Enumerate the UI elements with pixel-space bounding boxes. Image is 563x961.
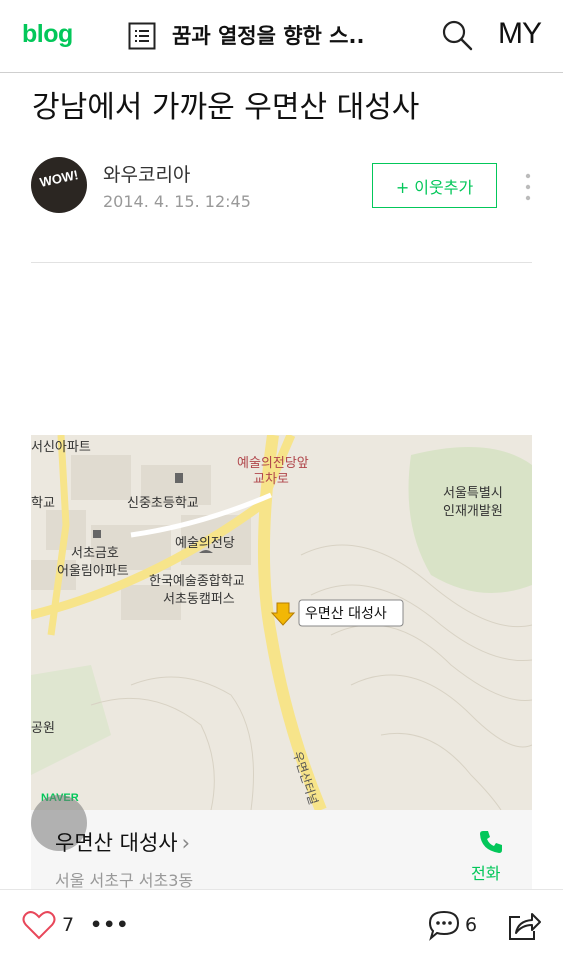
map-label: 공원 (31, 721, 55, 736)
map-label: 어울림아파트 (57, 564, 129, 579)
more-dots-icon[interactable]: ••• (90, 914, 129, 936)
map-card[interactable]: 서신아파트 예술의전당앞 교차로 서울특별시 인재개발원 학교 신중초등학교 예… (31, 435, 532, 889)
phone-label[interactable]: 전화 (471, 860, 500, 884)
more-options-icon[interactable] (524, 172, 532, 202)
map-marker-label: 우면산 대성사 (305, 606, 387, 622)
blog-logo[interactable]: blog (22, 20, 73, 49)
share-icon[interactable] (506, 907, 542, 943)
phone-icon[interactable] (477, 828, 505, 856)
author-name[interactable]: 와우코리아 (103, 160, 190, 187)
map-label: 서초동캠퍼스 (163, 592, 235, 607)
comment-count: 6 (465, 914, 478, 936)
comment-icon[interactable] (427, 909, 461, 941)
avatar-logo-text: WOW! (38, 167, 80, 190)
my-link[interactable]: MY (498, 17, 542, 51)
map-label: 서신아파트 (31, 440, 91, 455)
place-address: 서울 서초구 서초3동 (55, 871, 194, 889)
like-count: 7 (62, 914, 75, 936)
map-label: 서울특별시 (443, 486, 503, 501)
heart-icon[interactable] (22, 909, 56, 941)
place-name[interactable]: 우면산 대성사 › (55, 827, 190, 857)
add-neighbor-button[interactable]: + 이웃추가 (372, 163, 497, 208)
map-label: 한국예술종합학교 (149, 574, 245, 589)
map-image[interactable]: 서신아파트 예술의전당앞 교차로 서울특별시 인재개발원 학교 신중초등학교 예… (31, 435, 532, 810)
map-label: 예술의전당앞 (237, 456, 309, 471)
map-label: 예술의전당 (175, 536, 235, 551)
avatar[interactable]: WOW! (31, 157, 87, 213)
map-label: 인재개발원 (443, 504, 503, 519)
blog-title[interactable]: 꿈과 열정을 향한 스.. (172, 20, 402, 50)
map-label: 신중초등학교 (127, 496, 199, 511)
map-label: 서초금호 (71, 546, 119, 561)
map-label: 학교 (31, 496, 55, 511)
top-header: blog 꿈과 열정을 향한 스.. MY (0, 0, 563, 73)
post-title: 강남에서 가까운 우면산 대성사 (32, 90, 420, 125)
map-label: 교차로 (253, 472, 289, 487)
chevron-right-icon: › (181, 831, 191, 855)
search-icon[interactable] (441, 19, 473, 51)
post-date: 2014. 4. 15. 12:45 (103, 192, 251, 211)
bottom-bar: 7 ••• 6 (0, 889, 563, 961)
divider (31, 262, 532, 263)
list-icon[interactable] (128, 22, 156, 50)
